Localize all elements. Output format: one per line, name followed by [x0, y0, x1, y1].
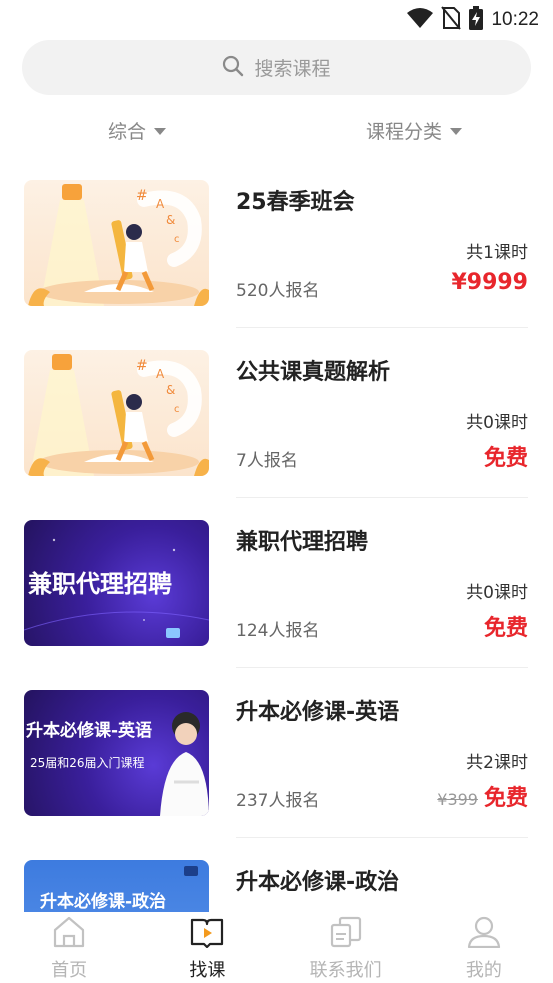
- svg-text:&: &: [166, 383, 175, 397]
- course-enrolled-count: 124人报名: [236, 621, 320, 641]
- course-enrolled-count: 237人报名: [236, 791, 320, 811]
- bottom-tab-bar: 首页 找课 联系我们 我的: [0, 912, 553, 983]
- tab-home[interactable]: 首页: [0, 912, 138, 983]
- thumbnail-text: 升本必修课-英语: [26, 721, 153, 741]
- search-icon: [222, 55, 244, 81]
- course-title: 升本必修课-英语: [236, 700, 400, 725]
- course-price: 免费: [483, 616, 528, 641]
- course-price: 免费: [483, 786, 528, 811]
- tab-label: 联系我们: [309, 960, 382, 981]
- course-item[interactable]: 升本必修课-英语 25届和26届入门课程 升本必修课-英语 共2课时 237人报…: [0, 668, 553, 838]
- svg-text:c: c: [174, 234, 180, 245]
- thumbnail-text: 升本必修课-政治: [40, 892, 167, 912]
- svg-text:#: #: [136, 188, 148, 204]
- tab-label: 我的: [465, 960, 502, 981]
- svg-text:#: #: [136, 358, 148, 374]
- no-sim-icon: [441, 6, 462, 34]
- status-icons: 10:22: [407, 6, 539, 34]
- course-title: 公共课真题解析: [236, 360, 391, 385]
- sort-filter-label: 综合: [108, 120, 147, 143]
- home-icon: [51, 916, 87, 952]
- course-lesson-count: 共0课时: [466, 583, 528, 603]
- tab-profile[interactable]: 我的: [415, 912, 553, 983]
- battery-charging-icon: [469, 6, 484, 34]
- course-enrolled-count: 520人报名: [236, 281, 320, 301]
- course-price: 免费: [483, 446, 528, 471]
- sort-filter-dropdown[interactable]: 综合: [108, 112, 167, 148]
- thumbnail-text: 兼职代理招聘: [28, 570, 172, 598]
- tab-find-course[interactable]: 找课: [138, 912, 276, 983]
- caret-down-icon: [450, 127, 463, 135]
- svg-text:&: &: [166, 213, 175, 227]
- course-list[interactable]: # A & c 25春季班会 共1课时 520人报名 ¥9999 # A & c…: [0, 158, 553, 912]
- status-time: 10:22: [491, 9, 539, 30]
- course-price-group: ¥399 免费: [437, 780, 528, 812]
- tab-contact[interactable]: 联系我们: [277, 912, 415, 983]
- course-title: 兼职代理招聘: [236, 530, 369, 555]
- search-placeholder: 搜索课程: [254, 58, 331, 80]
- course-item[interactable]: 升本必修课-政治 升本必修课-政治: [0, 838, 553, 912]
- contact-icon: [328, 916, 364, 952]
- course-item[interactable]: 兼职代理招聘 兼职代理招聘 共0课时 124人报名 免费: [0, 498, 553, 668]
- wifi-icon: [407, 7, 434, 33]
- category-filter-label: 课程分类: [366, 120, 443, 143]
- svg-text:c: c: [174, 404, 180, 415]
- course-enrolled-count: 7人报名: [236, 451, 298, 471]
- course-original-price: ¥399: [437, 790, 478, 809]
- course-lesson-count: 共1课时: [466, 243, 528, 263]
- course-title: 升本必修课-政治: [236, 870, 400, 895]
- course-thumbnail: # A & c: [24, 180, 209, 306]
- svg-text:A: A: [156, 197, 165, 211]
- category-filter-dropdown[interactable]: 课程分类: [366, 112, 463, 148]
- svg-text:A: A: [156, 367, 165, 381]
- find-course-icon: [189, 916, 225, 952]
- course-thumbnail: 兼职代理招聘: [24, 520, 209, 646]
- course-thumbnail: 升本必修课-政治: [24, 860, 209, 912]
- course-lesson-count: 共2课时: [466, 753, 528, 773]
- course-lesson-count: 共0课时: [466, 413, 528, 433]
- course-item[interactable]: # A & c 公共课真题解析 共0课时 7人报名 免费: [0, 328, 553, 498]
- thumbnail-subtext: 25届和26届入门课程: [30, 756, 145, 770]
- caret-down-icon: [154, 127, 167, 135]
- status-bar: 10:22: [0, 0, 553, 36]
- course-price: ¥9999: [451, 270, 528, 295]
- course-thumbnail: 升本必修课-英语 25届和26届入门课程: [24, 690, 209, 816]
- course-item[interactable]: # A & c 25春季班会 共1课时 520人报名 ¥9999: [0, 158, 553, 328]
- search-input[interactable]: 搜索课程: [22, 40, 531, 95]
- profile-icon: [466, 916, 502, 952]
- course-thumbnail: # A & c: [24, 350, 209, 476]
- tab-label: 首页: [51, 960, 88, 981]
- course-title: 25春季班会: [236, 190, 355, 215]
- tab-label: 找课: [189, 960, 226, 981]
